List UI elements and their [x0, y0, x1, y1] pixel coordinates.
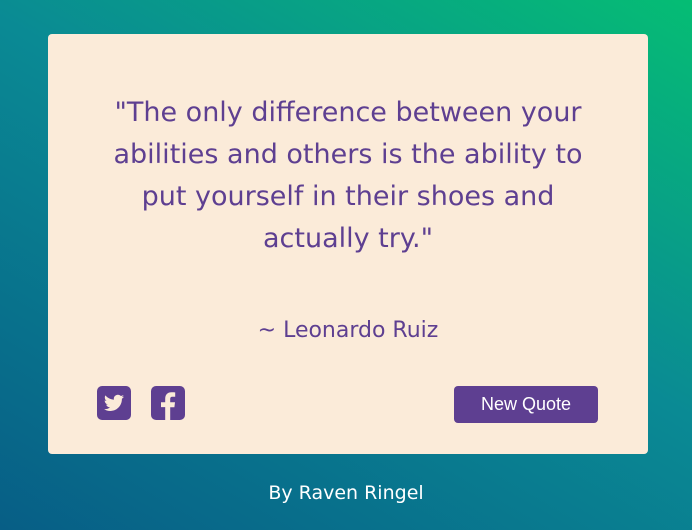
share-facebook-button[interactable] — [151, 386, 185, 420]
new-quote-button[interactable]: New Quote — [454, 386, 598, 423]
author-credit: By Raven Ringel — [268, 482, 424, 504]
twitter-icon — [103, 394, 124, 411]
quote-card: "The only difference between your abilit… — [48, 34, 648, 454]
tweet-quote-button[interactable] — [97, 386, 131, 420]
facebook-icon — [161, 392, 176, 420]
quote-text: "The only difference between your abilit… — [113, 97, 583, 254]
quote-author: ~ Leonardo Ruiz — [257, 318, 439, 343]
